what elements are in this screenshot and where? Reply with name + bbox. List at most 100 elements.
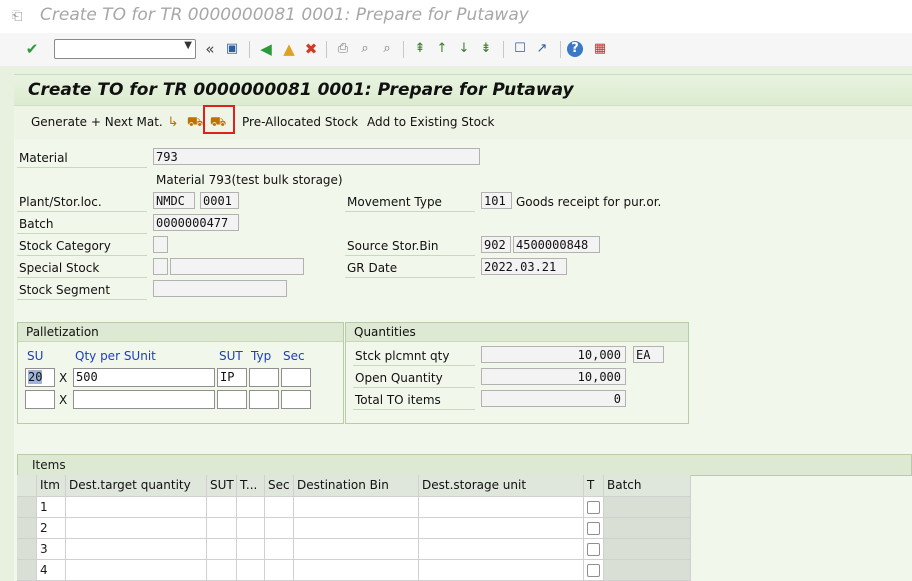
row-checkbox[interactable] xyxy=(587,501,600,514)
table-cell-dest-su[interactable] xyxy=(419,518,584,539)
total-to-items-field[interactable]: 0 xyxy=(481,390,626,407)
row-selector[interactable] xyxy=(17,539,37,560)
table-cell-batch[interactable] xyxy=(604,539,691,560)
col-type[interactable]: T... xyxy=(237,475,265,497)
stock-category-field[interactable] xyxy=(153,236,168,253)
customize-icon[interactable]: ▦ xyxy=(590,39,610,59)
prev-page-icon[interactable]: ↑ xyxy=(432,39,452,59)
movement-type-field[interactable]: 101 xyxy=(481,192,512,209)
table-cell-sut[interactable] xyxy=(207,560,237,581)
table-cell-dest-su[interactable] xyxy=(419,560,584,581)
row-checkbox[interactable] xyxy=(587,564,600,577)
table-cell-dest-bin[interactable] xyxy=(294,518,419,539)
table-cell-dest-bin[interactable] xyxy=(294,539,419,560)
table-cell-quantity[interactable] xyxy=(66,497,207,518)
save-icon[interactable]: ▣ xyxy=(222,39,242,59)
table-cell-sut[interactable] xyxy=(207,518,237,539)
col-sut[interactable]: SUT xyxy=(207,475,237,497)
table-cell-sut[interactable] xyxy=(207,539,237,560)
table-cell-quantity[interactable] xyxy=(66,518,207,539)
exit-screen-icon[interactable]: ⎗ xyxy=(12,9,28,24)
last-page-icon[interactable]: ⇟ xyxy=(476,39,496,59)
table-cell-sec[interactable] xyxy=(265,539,294,560)
row-selector-header[interactable] xyxy=(17,475,37,497)
typ-field[interactable] xyxy=(249,368,279,387)
su-field[interactable] xyxy=(25,390,55,409)
col-t[interactable]: T xyxy=(584,475,604,497)
col-sec[interactable]: Sec xyxy=(265,475,294,497)
qty-per-sunit-field[interactable]: 500 xyxy=(73,368,215,387)
sec-field[interactable] xyxy=(281,390,311,409)
source-bin-field[interactable]: 4500000848 xyxy=(513,236,600,253)
generate-next-mat-button[interactable]: Generate + Next Mat. xyxy=(31,115,163,129)
col-dest-target-quantity[interactable]: Dest.target quantity xyxy=(66,475,207,497)
table-cell-sut[interactable] xyxy=(207,497,237,518)
plant-field[interactable]: NMDC xyxy=(153,192,195,209)
material-field[interactable]: 793 xyxy=(153,148,480,165)
enter-icon[interactable]: ✔ xyxy=(22,39,42,59)
col-itm[interactable]: Itm xyxy=(37,475,66,497)
table-cell-type[interactable] xyxy=(237,539,265,560)
label-underline xyxy=(17,255,147,256)
table-cell-dest-su[interactable] xyxy=(419,497,584,518)
open-quantity-field[interactable]: 10,000 xyxy=(481,368,626,385)
table-cell-batch[interactable] xyxy=(604,518,691,539)
table-cell-dest-bin[interactable] xyxy=(294,497,419,518)
row-checkbox[interactable] xyxy=(587,522,600,535)
table-cell-type[interactable] xyxy=(237,560,265,581)
table-cell-sec[interactable] xyxy=(265,560,294,581)
gr-date-field[interactable]: 2022.03.21 xyxy=(481,258,567,275)
shortcut-icon[interactable]: ↗ xyxy=(532,39,552,59)
forklift-list-icon[interactable]: ↳ xyxy=(164,114,182,132)
stock-segment-field[interactable] xyxy=(153,280,287,297)
table-cell-batch[interactable] xyxy=(604,560,691,581)
col-header-qty-per-sunit: Qty per SUnit xyxy=(75,349,156,363)
exit-icon[interactable]: ▲ xyxy=(279,39,299,59)
next-page-icon[interactable]: ↓ xyxy=(454,39,474,59)
table-cell-type[interactable] xyxy=(237,497,265,518)
help-icon[interactable]: ? xyxy=(567,41,583,57)
chevron-down-icon[interactable]: ▼ xyxy=(184,40,192,51)
table-cell-dest-su[interactable] xyxy=(419,539,584,560)
row-selector[interactable] xyxy=(17,518,37,539)
add-to-existing-stock-button[interactable]: Add to Existing Stock xyxy=(367,115,494,129)
su-field[interactable]: 20 xyxy=(25,368,55,387)
table-cell-sec[interactable] xyxy=(265,497,294,518)
find-next-icon[interactable]: ⌕ xyxy=(377,39,397,59)
new-session-icon[interactable]: ☐ xyxy=(510,39,530,59)
col-destination-bin[interactable]: Destination Bin xyxy=(294,475,419,497)
stock-placement-qty-field[interactable]: 10,000 xyxy=(481,346,626,363)
table-cell-sec[interactable] xyxy=(265,518,294,539)
print-icon[interactable]: ⎙ xyxy=(333,39,353,59)
table-cell-batch[interactable] xyxy=(604,497,691,518)
typ-field[interactable] xyxy=(249,390,279,409)
row-checkbox[interactable] xyxy=(587,543,600,556)
forklift-icon[interactable]: ⛟ xyxy=(186,114,204,132)
back-nav-icon[interactable]: ◀ xyxy=(256,39,276,59)
storage-location-field[interactable]: 0001 xyxy=(200,192,239,209)
command-field[interactable]: ▼ xyxy=(54,39,196,59)
first-page-icon[interactable]: ⇞ xyxy=(410,39,430,59)
special-stock-field[interactable] xyxy=(153,258,168,275)
source-bin-type-field[interactable]: 902 xyxy=(481,236,511,253)
sut-field[interactable]: IP xyxy=(217,368,247,387)
find-icon[interactable]: ⌕ xyxy=(355,39,375,59)
sec-field[interactable] xyxy=(281,368,311,387)
cancel-icon[interactable]: ✖ xyxy=(301,39,321,59)
table-cell-quantity[interactable] xyxy=(66,539,207,560)
row-selector[interactable] xyxy=(17,497,37,518)
row-selector[interactable] xyxy=(17,560,37,581)
sut-field[interactable] xyxy=(217,390,247,409)
col-dest-storage-unit[interactable]: Dest.storage unit xyxy=(419,475,584,497)
back-icon[interactable]: « xyxy=(200,39,220,59)
pre-allocated-stock-button[interactable]: Pre-Allocated Stock xyxy=(242,115,358,129)
table-cell-dest-bin[interactable] xyxy=(294,560,419,581)
unit-field[interactable]: EA xyxy=(633,346,664,363)
qty-per-sunit-field[interactable] xyxy=(73,390,215,409)
batch-field[interactable]: 0000000477 xyxy=(153,214,239,231)
table-cell-quantity[interactable] xyxy=(66,560,207,581)
table-cell-type[interactable] xyxy=(237,518,265,539)
col-batch[interactable]: Batch xyxy=(604,475,691,497)
su-value[interactable]: 20 xyxy=(28,370,43,384)
special-stock-number-field[interactable] xyxy=(170,258,304,275)
